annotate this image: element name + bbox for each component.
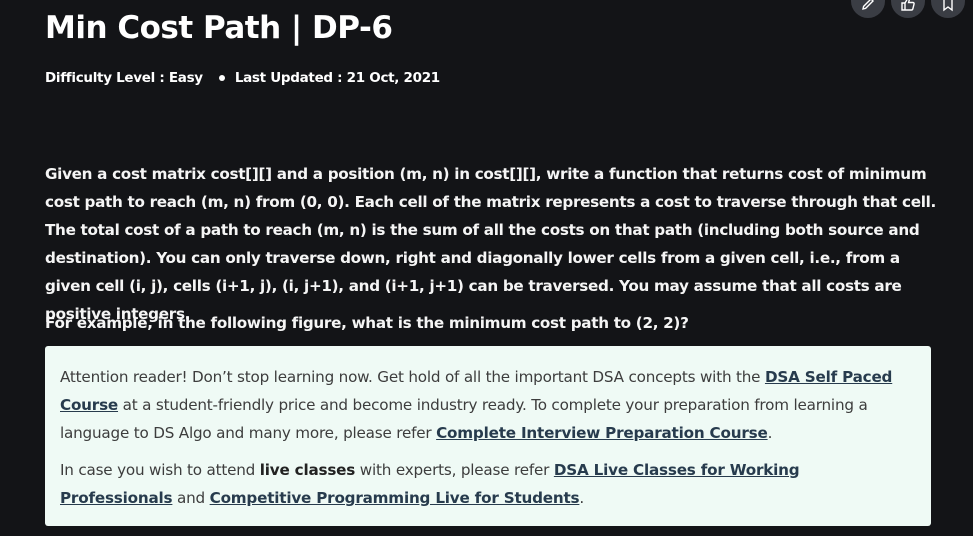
complete-interview-preparation-link[interactable]: Complete Interview Preparation Course [436,424,768,442]
article-page: Min Cost Path | DP-6 Difficulty Level : … [0,0,973,536]
page-title: Min Cost Path | DP-6 [45,10,393,46]
separator-dot [218,75,225,81]
attention-notice: Attention reader! Don’t stop learning no… [45,346,931,526]
notice-paragraph-1: Attention reader! Don’t stop learning no… [60,363,916,447]
notice-text: with experts, please refer [355,461,554,479]
article-meta: Difficulty Level : Easy Last Updated : 2… [45,70,440,86]
bookmark-icon [943,0,953,12]
thumbs-up-icon [901,0,915,11]
notice-text: . [767,424,773,442]
last-updated: Last Updated : 21 Oct, 2021 [234,70,440,86]
article-actions [851,0,965,18]
example-question: For example, in the following figure, wh… [45,314,689,332]
competitive-programming-live-link[interactable]: Competitive Programming Live for Student… [210,489,580,507]
notice-paragraph-2: In case you wish to attend live classes … [60,456,916,512]
notice-text: In case you wish to attend [60,461,260,479]
live-classes-bold: live classes [259,461,356,479]
difficulty-level: Difficulty Level : Easy [45,70,203,86]
notice-text: . [579,489,585,507]
problem-description: Given a cost matrix cost[][] and a posit… [45,165,936,323]
like-button[interactable] [891,0,925,18]
edit-button[interactable] [851,0,885,18]
bookmark-button[interactable] [931,0,965,18]
notice-text: and [172,489,210,507]
pencil-icon [862,0,874,10]
notice-text: Attention reader! Don’t stop learning no… [60,368,765,386]
